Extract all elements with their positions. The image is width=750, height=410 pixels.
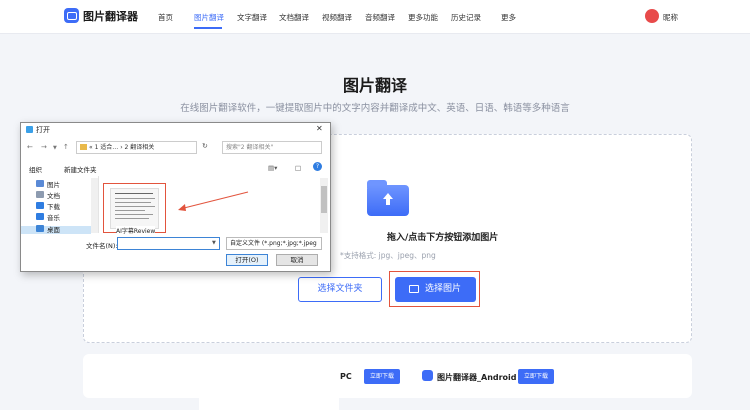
select-folder-button[interactable]: 选择文件夹	[298, 277, 382, 302]
open-button[interactable]: 打开(O)	[226, 254, 268, 266]
nav-item-text-translate[interactable]: 文字翻译	[237, 12, 267, 23]
address-bar[interactable]: « 1 适合… › 2 翻译相关	[76, 141, 197, 154]
cancel-button[interactable]: 取消	[276, 254, 318, 266]
drop-instruction: 拖入/点击下方按钮添加图片	[387, 233, 499, 243]
sidebar-scrollbar[interactable]	[91, 178, 98, 233]
red-arrow-annotation	[178, 191, 249, 211]
up-arrow-icon[interactable]: ↑	[63, 143, 69, 151]
file-name-label: AI字幕Review	[116, 226, 156, 235]
android-app-icon	[422, 370, 433, 381]
nav-item-history[interactable]: 历史记录	[451, 12, 481, 23]
organize-menu[interactable]: 组织	[29, 164, 42, 174]
sidebar-item-music[interactable]: 音乐	[47, 212, 60, 222]
dialog-title: 打开	[36, 126, 50, 134]
dialog-app-icon	[26, 126, 33, 133]
nav-item-home[interactable]: 首页	[158, 12, 173, 23]
download-pc-label: PC	[340, 372, 352, 381]
music-icon	[36, 213, 44, 220]
image-icon	[409, 285, 419, 293]
app-logo-icon[interactable]	[64, 8, 79, 23]
filename-label: 文件名(N):	[86, 242, 118, 250]
download-android-label: 图片翻译器_Android	[437, 373, 517, 382]
dialog-sidebar	[21, 176, 99, 233]
file-thumbnail[interactable]	[110, 188, 159, 229]
download-pc-button[interactable]: 立即下载	[364, 369, 400, 384]
supported-formats: *支持格式: jpg、jpeg、png	[340, 251, 436, 260]
folder-icon	[80, 144, 87, 150]
download-android-button[interactable]: 立即下载	[518, 369, 554, 384]
back-arrow-icon[interactable]: ←	[27, 143, 33, 151]
sidebar-item-documents[interactable]: 文档	[47, 190, 60, 200]
sidebar-item-desktop[interactable]: 桌面	[47, 224, 60, 234]
avatar[interactable]	[645, 9, 659, 23]
overlay-patch	[199, 382, 339, 410]
dialog-search-input[interactable]: 搜索"2 翻译相关"	[222, 141, 322, 154]
sidebar-item-downloads[interactable]: 下载	[47, 201, 60, 211]
page-title: 图片翻译	[342, 76, 407, 95]
upload-folder-icon	[367, 180, 409, 216]
help-icon[interactable]: ?	[313, 162, 322, 171]
files-scrollbar[interactable]	[320, 178, 328, 233]
pictures-icon	[36, 180, 44, 187]
nav-item-audio-translate[interactable]: 音频翻译	[365, 12, 395, 23]
filename-dropdown-icon[interactable]: ▼	[212, 240, 216, 246]
nav-item-image-translate[interactable]: 图片翻译	[194, 12, 224, 23]
filetype-select[interactable]: 自定义文件 (*.png;*.jpg;*.jpeg	[226, 237, 322, 250]
sidebar-item-pictures[interactable]: 图片	[47, 179, 60, 189]
nav-active-indicator	[194, 27, 222, 29]
desktop-icon	[36, 225, 44, 232]
forward-arrow-icon[interactable]: →	[41, 143, 47, 151]
chevron-down-icon[interactable]: ▼	[53, 145, 57, 151]
app-title[interactable]: 图片翻译器	[83, 8, 138, 24]
refresh-icon[interactable]: ↻	[202, 142, 208, 150]
preview-pane-icon[interactable]: □	[295, 164, 301, 172]
page-subtitle: 在线图片翻译软件，一键提取图片中的文字内容并翻译成中文、英语、日语、韩语等多种语…	[180, 103, 570, 114]
new-folder-button[interactable]: 新建文件夹	[64, 164, 97, 174]
view-options-icon[interactable]: ▤▾	[268, 164, 277, 172]
nav-item-doc-translate[interactable]: 文档翻译	[279, 12, 309, 23]
nav-item-more-features[interactable]: 更多功能	[408, 12, 438, 23]
select-image-button[interactable]: 选择图片	[395, 277, 476, 302]
nav-item-video-translate[interactable]: 视频翻译	[322, 12, 352, 23]
select-image-label: 选择图片	[425, 284, 462, 294]
nav-item-more[interactable]: 更多	[501, 12, 516, 23]
filename-input[interactable]	[117, 237, 220, 250]
user-nickname[interactable]: 昵称	[663, 12, 678, 23]
documents-icon	[36, 191, 44, 198]
download-icon	[36, 202, 44, 209]
close-icon[interactable]: ✕	[316, 124, 323, 133]
